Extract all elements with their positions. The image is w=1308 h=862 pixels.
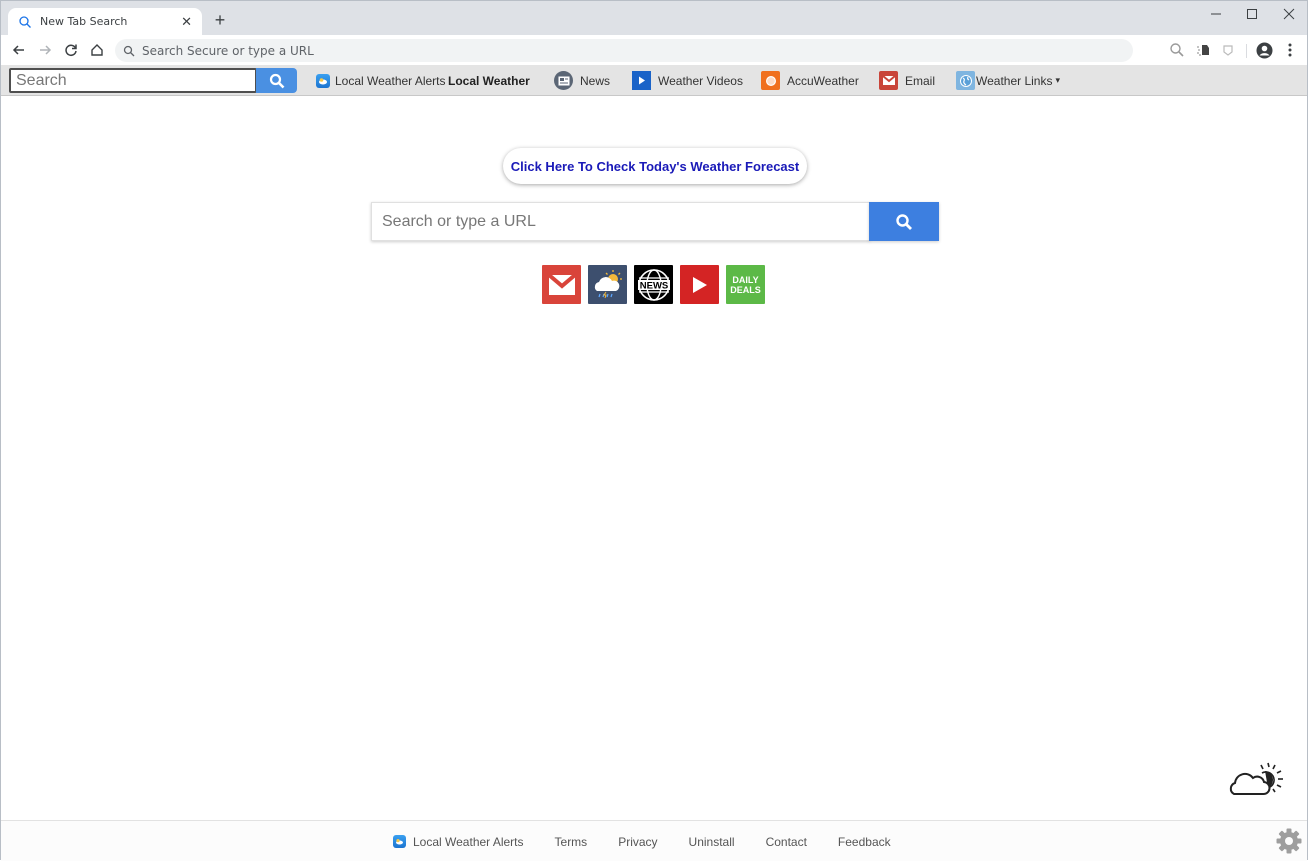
navigation-bar: Search Secure or type a URL bbox=[1, 35, 1307, 65]
news-icon bbox=[554, 71, 573, 90]
tab-strip: New Tab Search ✕ + bbox=[1, 1, 1307, 35]
toolbar-label: News bbox=[580, 73, 611, 88]
extension-icon bbox=[1197, 45, 1209, 56]
tile-label: DAILY bbox=[732, 274, 759, 285]
weather-app-icon bbox=[393, 835, 406, 848]
search-icon bbox=[19, 15, 31, 28]
close-icon bbox=[1283, 8, 1295, 20]
tile-gmail[interactable] bbox=[542, 265, 581, 304]
browser-window: New Tab Search ✕ + Search Secure or type… bbox=[0, 0, 1308, 861]
toolbar-weather-links[interactable]: Weather Links ▾ bbox=[956, 65, 1060, 96]
play-icon bbox=[632, 71, 651, 90]
toolbar-label: AccuWeather bbox=[787, 73, 859, 88]
tile-youtube[interactable] bbox=[680, 265, 719, 304]
zoom-extension-button[interactable] bbox=[1168, 41, 1186, 59]
maximize-icon bbox=[1247, 9, 1257, 19]
partly-cloudy-logo-icon bbox=[1229, 762, 1283, 795]
check-forecast-button[interactable]: Click Here To Check Today's Weather Fore… bbox=[503, 148, 807, 184]
tile-daily-deals[interactable]: DAILY DEALS bbox=[726, 265, 765, 304]
extension-button[interactable] bbox=[1194, 41, 1212, 59]
toolbar-search-input[interactable] bbox=[9, 68, 257, 93]
quick-links: NEWS DAILY DEALS bbox=[542, 265, 765, 304]
mail-icon bbox=[879, 71, 898, 90]
shield-icon bbox=[1223, 45, 1233, 56]
new-tab-button[interactable]: + bbox=[212, 11, 228, 29]
profile-button[interactable] bbox=[1255, 41, 1273, 59]
footer-links: Local Weather Alerts Terms Privacy Unins… bbox=[393, 821, 922, 862]
search-icon bbox=[896, 213, 912, 230]
toolbar-label: Weather Links bbox=[976, 73, 1053, 88]
tab-title: New Tab Search bbox=[40, 15, 128, 28]
address-bar[interactable]: Search Secure or type a URL bbox=[115, 39, 1133, 62]
search-icon bbox=[269, 73, 284, 88]
home-button[interactable] bbox=[87, 40, 107, 60]
toolbar-weather-videos[interactable]: Weather Videos bbox=[632, 65, 743, 96]
account-icon bbox=[1256, 42, 1272, 58]
svg-text:NEWS: NEWS bbox=[639, 280, 668, 291]
menu-button[interactable] bbox=[1281, 41, 1299, 59]
home-icon bbox=[91, 44, 103, 56]
back-button[interactable] bbox=[9, 40, 29, 60]
settings-gear-icon[interactable] bbox=[1275, 827, 1303, 855]
more-vert-icon bbox=[1288, 43, 1292, 57]
play-icon bbox=[692, 276, 707, 293]
chevron-down-icon: ▾ bbox=[1055, 75, 1061, 85]
weather-icon bbox=[594, 269, 622, 298]
arrow-right-icon bbox=[40, 45, 52, 55]
footer-link-local-weather-alerts[interactable]: Local Weather Alerts bbox=[393, 835, 524, 849]
reload-icon bbox=[65, 44, 77, 57]
footer-link-contact[interactable]: Contact bbox=[766, 835, 807, 849]
toolbar-search-button[interactable] bbox=[256, 68, 297, 93]
footer-link-feedback[interactable]: Feedback bbox=[838, 835, 891, 849]
toolbar-label: Weather Videos bbox=[658, 73, 743, 88]
toolbar-label: Local Weather bbox=[448, 73, 530, 88]
weather-app-icon bbox=[316, 73, 330, 88]
close-window-button[interactable] bbox=[1271, 1, 1307, 27]
footer-link-privacy[interactable]: Privacy bbox=[618, 835, 657, 849]
sun-icon bbox=[761, 71, 780, 90]
search-icon bbox=[123, 45, 135, 56]
extension-toolbar: Local Weather Alerts Local Weather News … bbox=[1, 65, 1307, 96]
maximize-button[interactable] bbox=[1234, 1, 1270, 27]
tile-label: DEALS bbox=[730, 284, 761, 295]
tile-weather[interactable] bbox=[588, 265, 627, 304]
reload-button[interactable] bbox=[61, 40, 81, 60]
toolbar-label: Email bbox=[905, 73, 936, 88]
main-search-input[interactable] bbox=[371, 202, 870, 241]
forward-button[interactable] bbox=[35, 40, 55, 60]
minimize-button[interactable] bbox=[1198, 1, 1234, 27]
minimize-icon bbox=[1211, 13, 1221, 15]
toolbar-local-weather[interactable]: Local Weather bbox=[448, 65, 530, 96]
tab-new-tab-search[interactable]: New Tab Search ✕ bbox=[8, 8, 202, 35]
toolbar-email[interactable]: Email bbox=[879, 65, 935, 96]
toolbar-divider bbox=[1246, 44, 1247, 58]
zoom-icon bbox=[1170, 43, 1184, 57]
shield-extension-button[interactable] bbox=[1219, 41, 1237, 59]
footer-link-uninstall[interactable]: Uninstall bbox=[689, 835, 735, 849]
footer-link-label: Local Weather Alerts bbox=[413, 834, 524, 849]
main-search-button[interactable] bbox=[869, 202, 939, 241]
address-bar-placeholder: Search Secure or type a URL bbox=[142, 43, 314, 58]
footer: Local Weather Alerts Terms Privacy Unins… bbox=[1, 820, 1307, 861]
mail-icon bbox=[547, 273, 576, 295]
globe-icon bbox=[956, 71, 975, 90]
toolbar-news[interactable]: News bbox=[554, 65, 610, 96]
arrow-left-icon bbox=[12, 45, 24, 55]
toolbar-accuweather[interactable]: AccuWeather bbox=[761, 65, 859, 96]
globe-news-icon: NEWS bbox=[637, 268, 670, 301]
footer-link-terms[interactable]: Terms bbox=[555, 835, 588, 849]
tile-news[interactable]: NEWS bbox=[634, 265, 673, 304]
toolbar-local-weather-alerts[interactable]: Local Weather Alerts bbox=[316, 65, 446, 96]
toolbar-label: Local Weather Alerts bbox=[335, 73, 446, 88]
close-tab-icon[interactable]: ✕ bbox=[181, 15, 192, 28]
